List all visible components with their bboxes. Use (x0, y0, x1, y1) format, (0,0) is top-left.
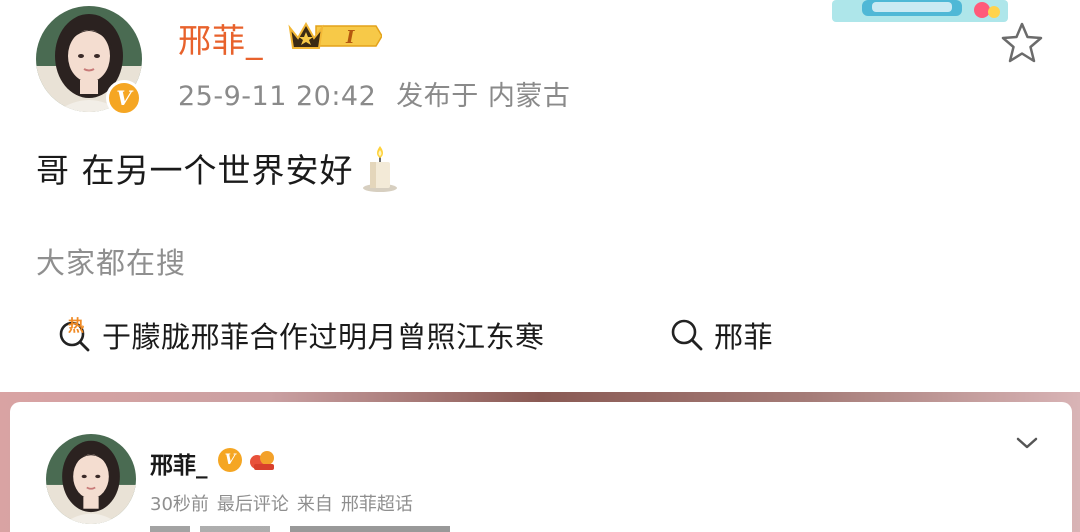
comment-source[interactable]: 邢菲超话 (341, 494, 413, 515)
verified-badge: V (106, 80, 142, 116)
search-icon (670, 318, 704, 352)
comment-status: 最后评论 (216, 494, 289, 515)
verified-badge: V (218, 448, 242, 472)
post-card: V 邢菲_ I 25-9-11 20:42 发布于 内蒙古 哥 在另一个世界安好 (0, 0, 1080, 392)
vip-badge-icon[interactable]: I (286, 18, 383, 54)
comment-source-label: 来自 (296, 494, 333, 515)
fan-badge-icon (248, 448, 278, 472)
username[interactable]: 邢菲_ (178, 14, 264, 62)
candle-icon (360, 144, 400, 192)
post-content: 哥 在另一个世界安好 (36, 144, 400, 192)
comment-card[interactable]: 邢菲_ V 30秒前 最后评论 来自 邢菲超话 (10, 402, 1072, 532)
trending-item[interactable]: 邢菲 (670, 314, 773, 356)
chevron-down-icon[interactable] (1012, 432, 1042, 454)
star-icon[interactable] (998, 20, 1046, 66)
svg-text:I: I (345, 27, 355, 48)
truncated-content (150, 526, 450, 532)
trending-heading: 大家都在搜 (36, 246, 187, 280)
post-meta: 25-9-11 20:42 发布于 内蒙古 (178, 74, 570, 113)
comment-time: 30秒前 (150, 494, 209, 515)
post-timestamp: 25-9-11 20:42 (178, 81, 377, 112)
trending-item-label: 于朦胧邢菲合作过明月曾照江东寒 (102, 320, 545, 354)
trending-item-label: 邢菲 (714, 320, 774, 354)
avatar[interactable] (46, 434, 136, 524)
comment-meta: 30秒前 最后评论 来自 邢菲超话 (150, 490, 421, 516)
hot-search-icon: 热 (56, 316, 94, 354)
banner-decoration[interactable] (832, 0, 1008, 22)
post-text: 哥 在另一个世界安好 (36, 151, 354, 190)
username[interactable]: 邢菲_ (150, 446, 208, 480)
trending-item[interactable]: 热 于朦胧邢菲合作过明月曾照江东寒 (56, 314, 545, 356)
post-location: 发布于 内蒙古 (396, 81, 571, 112)
